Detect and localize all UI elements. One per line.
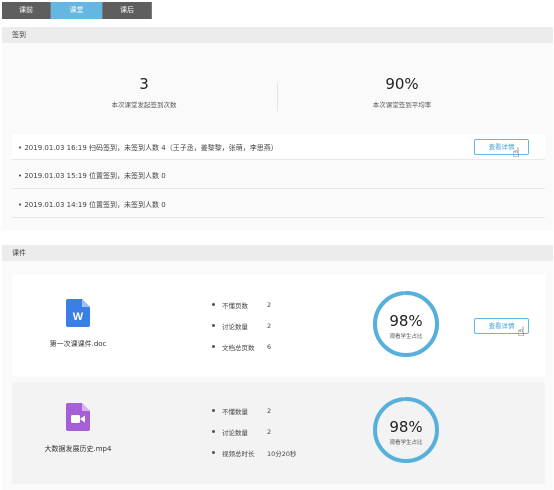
checkin-count-label: 本次课堂发起签到次数 xyxy=(111,101,177,109)
view-ratio-label: 观看学生占比 xyxy=(389,440,423,446)
view-ratio-percent: 98% xyxy=(389,312,423,330)
tab-before-class[interactable]: 课前 xyxy=(2,2,51,19)
meta-item: 视频总时长 10分20秒 xyxy=(212,442,297,463)
courseware-section-header: 课件 xyxy=(2,245,553,261)
checkin-count-stat: 3 本次课堂发起签到次数 xyxy=(14,75,274,109)
meta-item: 不懂数量 2 xyxy=(212,400,297,421)
checkin-rate-stat: 90% 本次课堂签到平均率 xyxy=(272,75,532,109)
view-ratio-text: 98% 观看学生占比 xyxy=(371,312,441,341)
view-ratio-label: 观看学生占比 xyxy=(389,334,423,340)
courseware-item: W 第一次课课件.doc 不懂页数 2 讨论数量 2 文档总页数 6 98% 观看学生… xyxy=(12,275,545,376)
view-ratio-text: 98% 观看学生占比 xyxy=(371,418,441,447)
hand-cursor-icon: ☝ xyxy=(517,325,525,340)
file-name: 大数据发展历史.mp4 xyxy=(44,445,112,453)
checkin-record-text: • 2019.01.03 15:19 位置签到，未签到人数 0 xyxy=(18,172,166,180)
checkin-record-text: • 2019.01.03 14:19 位置签到，未签到人数 0 xyxy=(18,201,166,209)
checkin-record: • 2019.01.03 14:19 位置签到，未签到人数 0 xyxy=(12,191,545,218)
file-meta-list: 不懂数量 2 讨论数量 2 视频总时长 10分20秒 xyxy=(212,400,297,463)
courseware-item: 大数据发展历史.mp4 不懂数量 2 讨论数量 2 视频总时长 10分20秒 98% … xyxy=(12,382,545,484)
word-doc-icon: W xyxy=(66,299,90,327)
checkin-record: • 2019.01.03 16:19 扫码签到，未签到人数 4（王子丞，姜黎黎，… xyxy=(12,134,545,161)
meta-item: 文档总页数 6 xyxy=(212,336,271,357)
checkin-section-header: 签到 xyxy=(2,27,553,43)
tab-after-class[interactable]: 课后 xyxy=(103,2,152,19)
checkin-record: • 2019.01.03 15:19 位置签到，未签到人数 0 xyxy=(12,162,545,189)
checkin-count-value: 3 xyxy=(139,75,149,93)
video-file-icon xyxy=(66,403,90,431)
tab-in-class[interactable]: 课堂 xyxy=(51,2,103,19)
file-name: 第一次课课件.doc xyxy=(49,340,107,348)
file-meta-list: 不懂页数 2 讨论数量 2 文档总页数 6 xyxy=(212,294,271,357)
checkin-rate-label: 本次课堂签到平均率 xyxy=(372,101,432,109)
svg-text:W: W xyxy=(73,311,84,323)
tab-bar: 课前 课堂 课后 xyxy=(2,2,152,19)
view-ratio-percent: 98% xyxy=(389,418,423,436)
hand-cursor-icon: ☝ xyxy=(512,146,520,161)
meta-item: 讨论数量 2 xyxy=(212,315,271,336)
checkin-detail-button[interactable]: 查看详情 xyxy=(474,139,529,155)
meta-item: 讨论数量 2 xyxy=(212,421,297,442)
checkin-rate-value: 90% xyxy=(385,75,419,93)
meta-item: 不懂页数 2 xyxy=(212,294,271,315)
checkin-record-text: • 2019.01.03 16:19 扫码签到，未签到人数 4（王子丞，姜黎黎，… xyxy=(18,144,278,152)
